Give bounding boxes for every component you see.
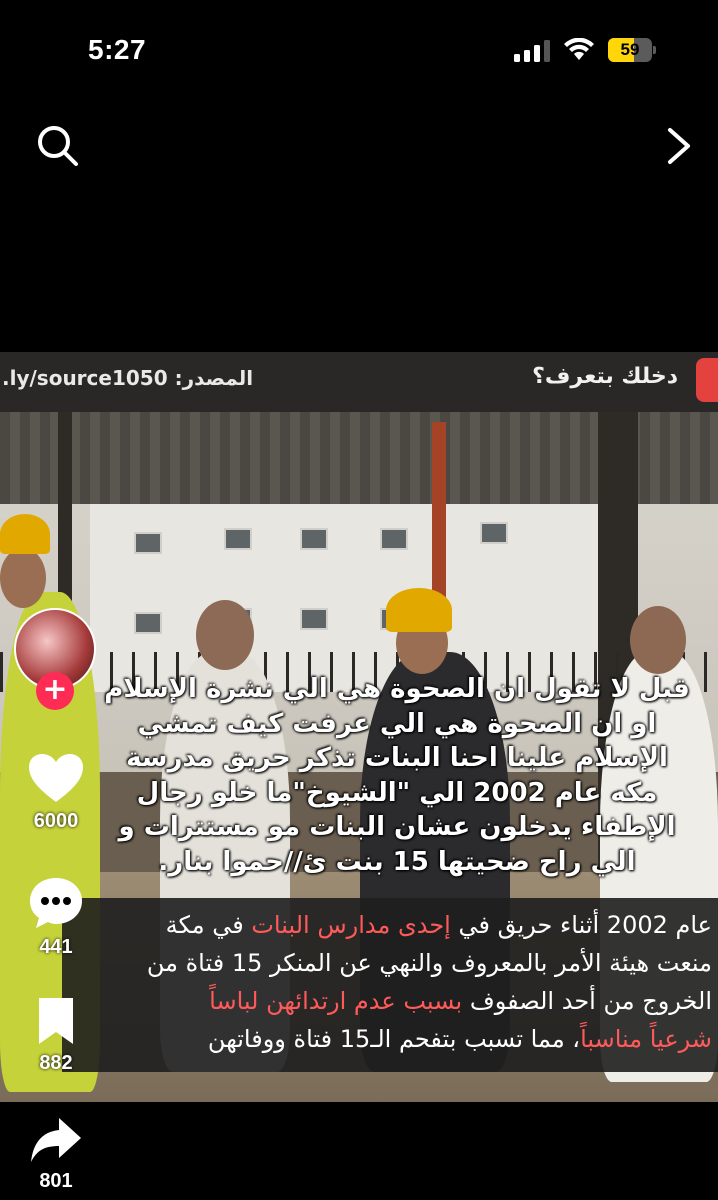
- caption-line: منعت هيئة الأمر بالمعروف والنهي عن المنك…: [146, 949, 712, 977]
- caption-line: شرعياً مناسباً، مما تسبب بتفحم الـ15 فتا…: [207, 1025, 712, 1053]
- chevron-right-icon[interactable]: [662, 126, 694, 166]
- bookmark-icon: [39, 998, 73, 1044]
- share-button[interactable]: 801: [0, 1116, 112, 1193]
- video-overlay-text: قبل لا تقول ان الصحوة هي الي نشرة الإسلا…: [82, 672, 712, 879]
- source-label: .ly/source1050 :المصدر: [2, 366, 254, 390]
- save-count: 882: [39, 1052, 73, 1074]
- save-button[interactable]: 882: [0, 996, 112, 1075]
- overlay-line: الي راح ضحيتها 15 بنت ئ//حموا بنار.: [158, 846, 636, 877]
- status-bar: 5:27 59: [0, 0, 718, 100]
- caption-highlight: إحدى مدارس البنات: [251, 911, 451, 939]
- caption-highlight: بسبب عدم ارتدائهن لباساً: [209, 987, 463, 1015]
- overlay-line: الإطفاء يدخلون عشان البنات مو مستترات و: [118, 812, 676, 842]
- comment-button[interactable]: 441: [0, 876, 112, 959]
- battery-icon: 59: [608, 38, 656, 62]
- overlay-line: مكه عام 2002 الي "الشيوخ"ما خلو رجال: [136, 777, 658, 808]
- heart-icon: [29, 754, 83, 802]
- share-icon: [31, 1118, 81, 1162]
- video-caption: عام 2002 أثناء حريق في إحدى مدارس البنات…: [40, 906, 712, 1058]
- wifi-icon: [564, 38, 594, 60]
- search-icon[interactable]: [36, 124, 80, 168]
- channel-tag: دخلك بتعرف؟: [532, 364, 678, 389]
- share-count: 801: [39, 1170, 73, 1192]
- cellular-signal-icon: [514, 40, 550, 62]
- overlay-line: الإسلام علينا احنا البنات تذكر حريق مدرس…: [126, 743, 668, 773]
- caption-line: عام 2002 أثناء حريق في إحدى مدارس البنات…: [165, 911, 712, 939]
- source-banner: .ly/source1050 :المصدر دخلك بتعرف؟: [0, 352, 718, 412]
- status-time: 5:27: [88, 34, 147, 65]
- comment-icon: [30, 878, 82, 928]
- caption-highlight: شرعياً مناسباً: [580, 1025, 712, 1053]
- comment-count: 441: [39, 936, 73, 958]
- overlay-line: او ان الصحوة هي الي عرفت كيف تمشي: [137, 708, 657, 739]
- caption-line: الخروج من أحد الصفوف بسبب عدم ارتدائهن ل…: [209, 987, 712, 1015]
- follow-button[interactable]: +: [36, 672, 74, 710]
- overlay-line: قبل لا تقول ان الصحوة هي الي نشرة الإسلا…: [104, 674, 690, 704]
- like-button[interactable]: 6000: [0, 752, 112, 833]
- battery-level: 59: [620, 40, 640, 59]
- like-count: 6000: [33, 810, 79, 832]
- channel-logo: [696, 358, 718, 402]
